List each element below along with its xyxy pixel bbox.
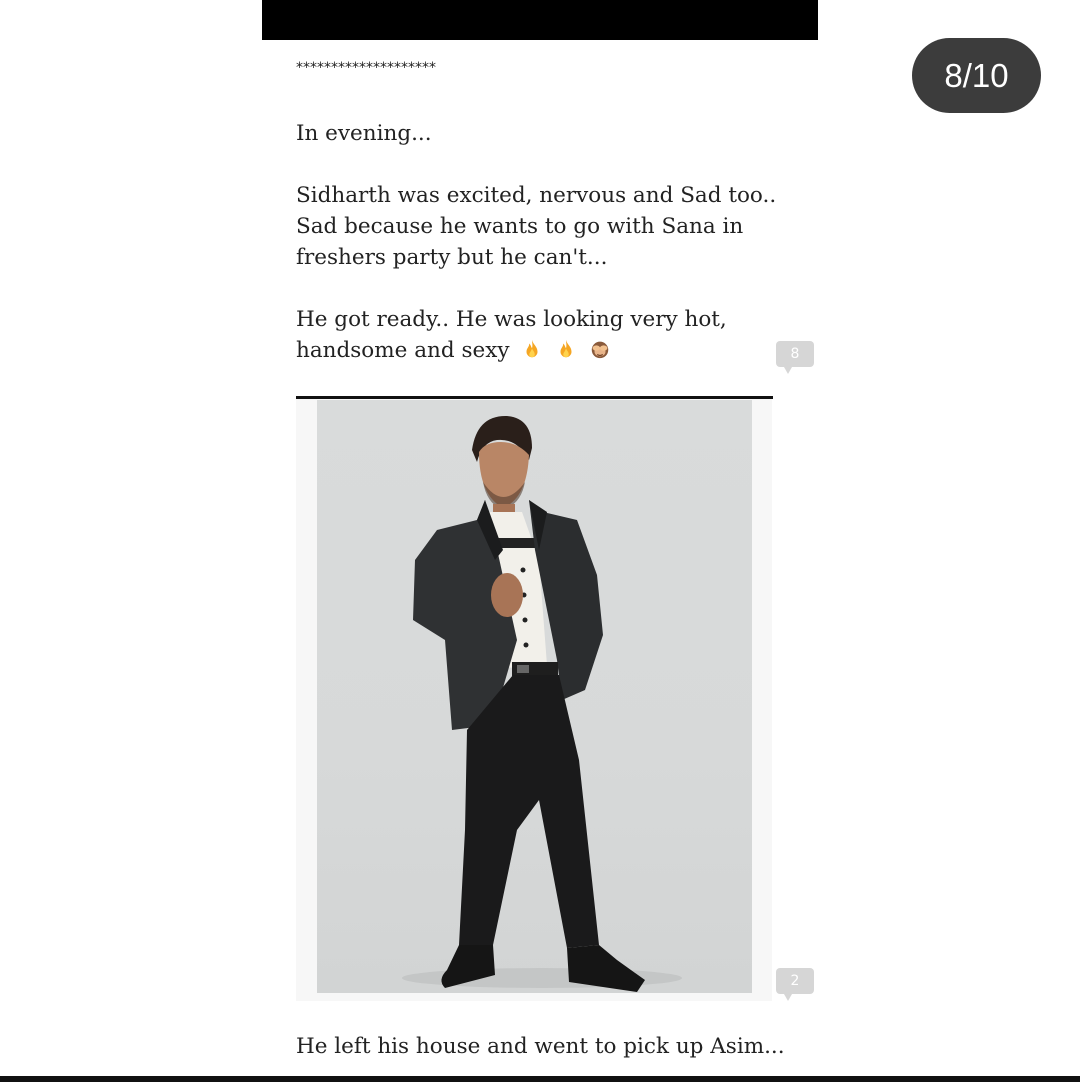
- top-black-bar: [262, 0, 818, 40]
- paragraph-ready-line-1: He got ready.. He was looking very hot,: [296, 307, 727, 332]
- fire-icon: [526, 339, 538, 358]
- section-separator: ********************: [296, 60, 436, 76]
- paragraph-evening: In evening...: [296, 121, 432, 146]
- paragraph-sidharth-line-3: freshers party but he can't...: [296, 245, 608, 270]
- man-in-suit-illustration: [402, 415, 682, 992]
- paragraph-ready-line-2: handsome and sexy: [296, 335, 611, 366]
- paragraph-sidharth-line-2: Sad because he wants to go with Sana in: [296, 214, 744, 239]
- page-counter-badge: 8/10: [912, 38, 1041, 113]
- paragraph-left-house: He left his house and went to pick up As…: [296, 1034, 785, 1059]
- see-no-evil-monkey-icon: [591, 341, 609, 359]
- paragraph-ready-text: handsome and sexy: [296, 338, 510, 363]
- inline-comment-bubble[interactable]: 2: [776, 968, 814, 1001]
- inline-comment-bubble[interactable]: 8: [776, 341, 814, 374]
- fire-icon: [560, 339, 572, 358]
- bottom-border: [0, 1076, 1080, 1082]
- paragraph-sidharth-line-1: Sidharth was excited, nervous and Sad to…: [296, 183, 777, 208]
- story-photo: [317, 400, 752, 993]
